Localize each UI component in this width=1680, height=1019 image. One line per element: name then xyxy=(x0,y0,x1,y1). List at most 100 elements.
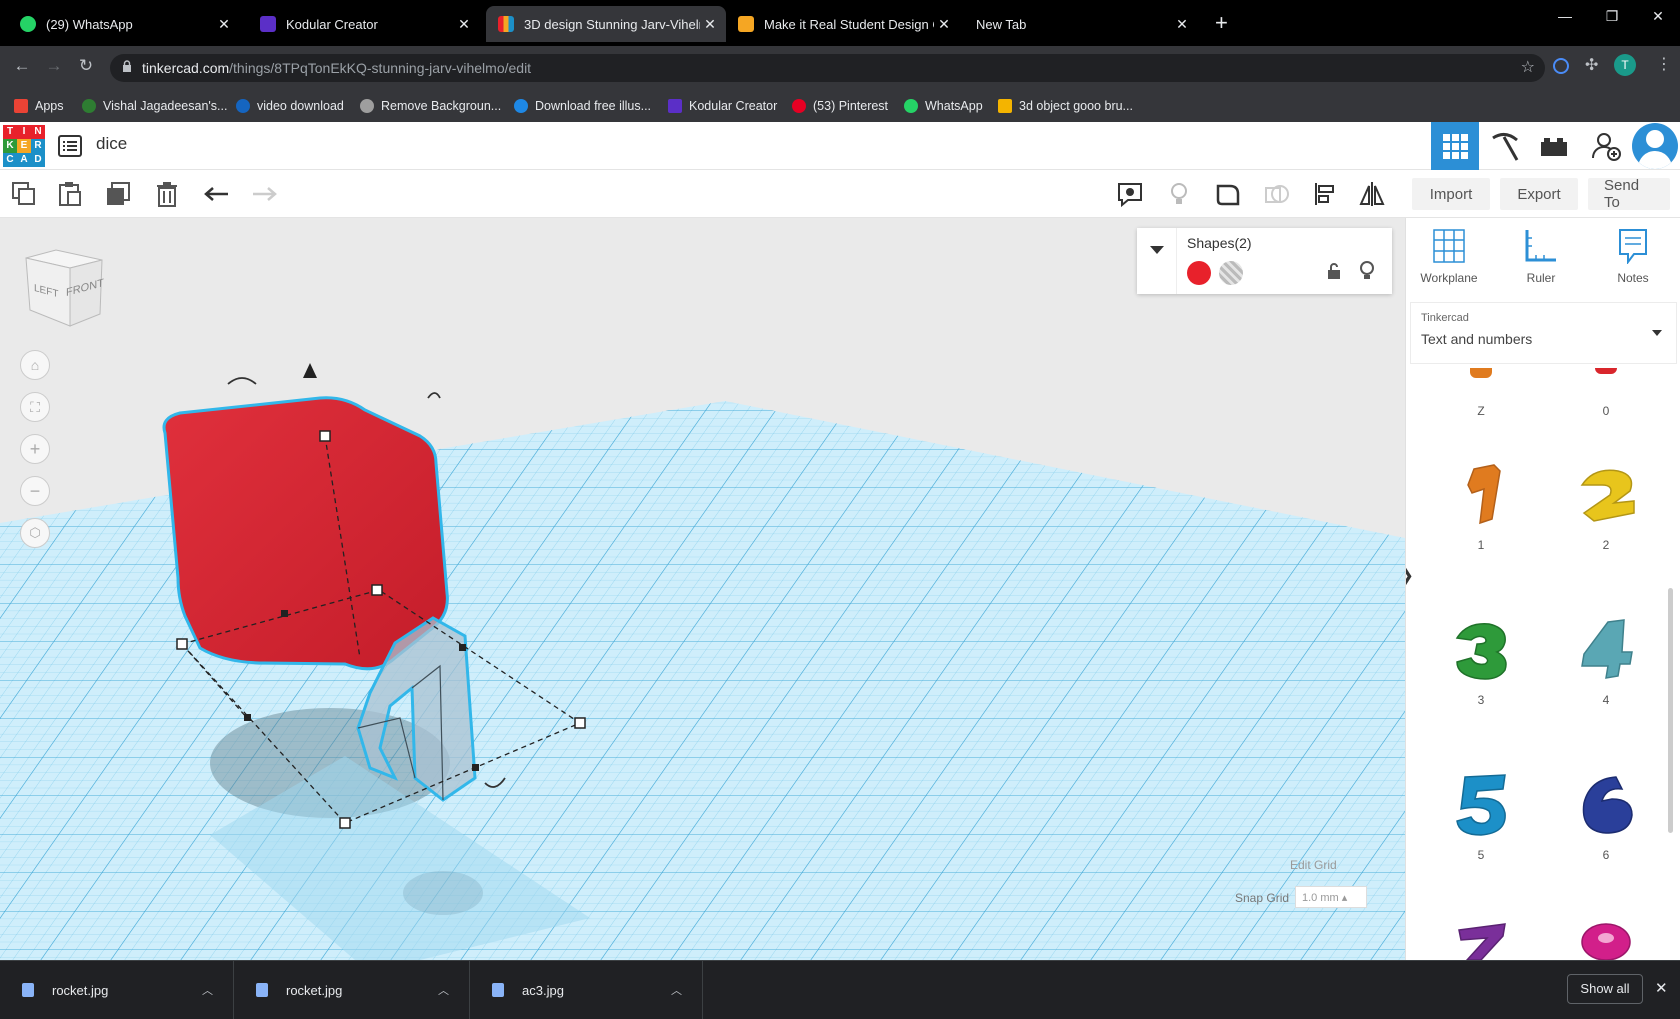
shape-library-dropdown[interactable]: Tinkercad Text and numbers xyxy=(1410,302,1677,364)
back-icon[interactable]: ← xyxy=(8,56,36,76)
user-avatar[interactable] xyxy=(1632,123,1678,169)
new-tab-button[interactable]: + xyxy=(1215,10,1228,36)
resize-handle[interactable] xyxy=(339,817,351,829)
import-button[interactable]: Import xyxy=(1412,178,1490,210)
redo-icon[interactable] xyxy=(250,180,278,208)
profile-avatar[interactable]: T xyxy=(1614,54,1636,76)
view-comment-icon[interactable] xyxy=(1116,180,1144,208)
forward-icon[interactable]: → xyxy=(40,56,68,76)
design-list-icon[interactable] xyxy=(58,135,82,157)
lift-arrow-icon[interactable] xyxy=(303,363,317,378)
edit-grid-button[interactable]: Edit Grid xyxy=(1290,858,1337,872)
group-shape-icon[interactable] xyxy=(1214,180,1242,208)
shape-tile-2[interactable]: 2 xyxy=(1561,463,1651,552)
shape-tile-5[interactable]: 5 xyxy=(1436,773,1526,862)
3d-design-view-button[interactable] xyxy=(1431,122,1479,170)
edge-handle[interactable] xyxy=(459,644,466,651)
star-icon[interactable]: ☆ xyxy=(1521,57,1535,77)
unlock-icon[interactable] xyxy=(1327,262,1341,280)
shape-tile-8[interactable] xyxy=(1561,920,1651,960)
edge-handle[interactable] xyxy=(472,764,479,771)
edge-handle[interactable] xyxy=(244,714,251,721)
bookmark-video-download[interactable]: video download xyxy=(236,96,344,116)
extension-icon[interactable] xyxy=(1553,58,1569,74)
workplane-tool[interactable]: Workplane xyxy=(1414,228,1484,285)
tab-close-icon[interactable]: ✕ xyxy=(700,16,720,33)
bookmark-3d-object[interactable]: 3d object gooo bru... xyxy=(998,96,1133,116)
add-user-icon[interactable] xyxy=(1591,130,1621,162)
mirror-icon[interactable] xyxy=(1358,180,1386,208)
close-downloads-icon[interactable]: ✕ xyxy=(1655,979,1668,997)
shape-tile-z[interactable]: Z xyxy=(1436,368,1526,418)
shape-tile-0[interactable]: 0 xyxy=(1561,368,1651,418)
ruler-tool[interactable]: Ruler xyxy=(1506,228,1576,285)
bookmark-whatsapp[interactable]: WhatsApp xyxy=(904,96,983,116)
tab-new-tab[interactable]: New Tab ✕ xyxy=(964,6,1198,42)
fit-view-icon[interactable]: ⛶ xyxy=(20,392,50,422)
shape-tile-3[interactable]: 3 xyxy=(1436,618,1526,707)
visibility-bulb-icon[interactable] xyxy=(1359,261,1375,281)
address-bar[interactable]: tinkercad.com/things/8TPqTonEkKQ-stunnin… xyxy=(110,54,1545,82)
resize-handle[interactable] xyxy=(176,638,188,650)
shape-tile-6[interactable]: 6 xyxy=(1561,773,1651,862)
ungroup-icon[interactable] xyxy=(1263,180,1291,208)
export-button[interactable]: Export xyxy=(1500,178,1578,210)
maximize-icon[interactable]: ❐ xyxy=(1597,8,1627,25)
paste-icon[interactable] xyxy=(56,180,84,208)
align-icon[interactable] xyxy=(1311,180,1339,208)
undo-icon[interactable] xyxy=(203,180,231,208)
bookmark-kodular[interactable]: Kodular Creator xyxy=(668,96,777,116)
download-item[interactable]: rocket.jpg ︿ xyxy=(234,961,470,1019)
rotate-arrow-icon[interactable] xyxy=(227,377,257,385)
reload-icon[interactable]: ↻ xyxy=(72,56,100,76)
3d-workplane-viewport[interactable]: LEFT FRONT ⌂ ⛶ + − ⬡ Shapes(2) Edit Grid… xyxy=(0,218,1405,960)
delete-icon[interactable] xyxy=(153,180,181,208)
panel-scrollbar[interactable] xyxy=(1668,588,1673,833)
rotate-arrow-icon[interactable] xyxy=(427,392,441,399)
show-all-downloads-button[interactable]: Show all xyxy=(1567,974,1643,1004)
height-handle[interactable] xyxy=(319,430,331,442)
tinkercad-logo[interactable]: T I N K E R C A D xyxy=(3,125,45,167)
hole-button[interactable] xyxy=(1219,261,1243,285)
bricks-icon[interactable] xyxy=(1539,134,1569,160)
download-item[interactable]: ac3.jpg ︿ xyxy=(470,961,703,1019)
perspective-icon[interactable]: ⬡ xyxy=(20,518,50,548)
copy-icon[interactable] xyxy=(10,180,38,208)
solid-color-button[interactable] xyxy=(1187,261,1211,285)
duplicate-icon[interactable] xyxy=(104,180,132,208)
resize-handle[interactable] xyxy=(574,717,586,729)
tab-close-icon[interactable]: ✕ xyxy=(934,16,954,33)
bookmark-pinterest[interactable]: (53) Pinterest xyxy=(792,96,888,116)
snap-grid-select[interactable]: 1.0 mm ▴ xyxy=(1295,886,1367,908)
zoom-out-icon[interactable]: − xyxy=(20,476,50,506)
bookmark-apps[interactable]: Apps xyxy=(14,96,64,116)
chevron-up-icon[interactable]: ︿ xyxy=(671,982,682,998)
shape-tile-4[interactable]: 4 xyxy=(1561,618,1651,707)
tab-kodular[interactable]: Kodular Creator ✕ xyxy=(248,6,480,42)
send-to-button[interactable]: Send To xyxy=(1588,177,1670,211)
workplane-canvas[interactable] xyxy=(0,218,1405,960)
bookmark-vishal[interactable]: Vishal Jagadeesan's... xyxy=(82,96,227,116)
pickaxe-icon[interactable] xyxy=(1489,132,1521,162)
chevron-up-icon[interactable]: ︿ xyxy=(202,982,213,998)
minimize-icon[interactable]: — xyxy=(1550,8,1580,24)
download-item[interactable]: rocket.jpg ︿ xyxy=(0,961,234,1019)
tab-close-icon[interactable]: ✕ xyxy=(454,16,474,33)
home-view-icon[interactable]: ⌂ xyxy=(20,350,50,380)
chevron-up-icon[interactable]: ︿ xyxy=(438,982,449,998)
tab-whatsapp[interactable]: (29) WhatsApp ✕ xyxy=(8,6,240,42)
edge-handle[interactable] xyxy=(281,610,288,617)
notes-tool[interactable]: Notes xyxy=(1598,228,1668,285)
puzzle-icon[interactable]: ✣ xyxy=(1585,55,1598,75)
tab-tinkercad-active[interactable]: 3D design Stunning Jarv-Vihelmo ✕ xyxy=(486,6,726,42)
bookmark-remove-bg[interactable]: Remove Backgroun... xyxy=(360,96,501,116)
menu-icon[interactable]: ⋮ xyxy=(1656,54,1672,74)
tab-make-it-real[interactable]: Make it Real Student Design Cha ✕ xyxy=(726,6,960,42)
shape-tile-7[interactable] xyxy=(1436,920,1526,960)
resize-handle[interactable] xyxy=(371,584,383,596)
lightbulb-icon[interactable] xyxy=(1165,180,1193,208)
tab-close-icon[interactable]: ✕ xyxy=(1172,16,1192,33)
red-box-shape[interactable] xyxy=(162,396,449,671)
panel-expand-toggle[interactable]: ❯ xyxy=(1406,558,1414,592)
bookmark-download-illus[interactable]: Download free illus... xyxy=(514,96,651,116)
